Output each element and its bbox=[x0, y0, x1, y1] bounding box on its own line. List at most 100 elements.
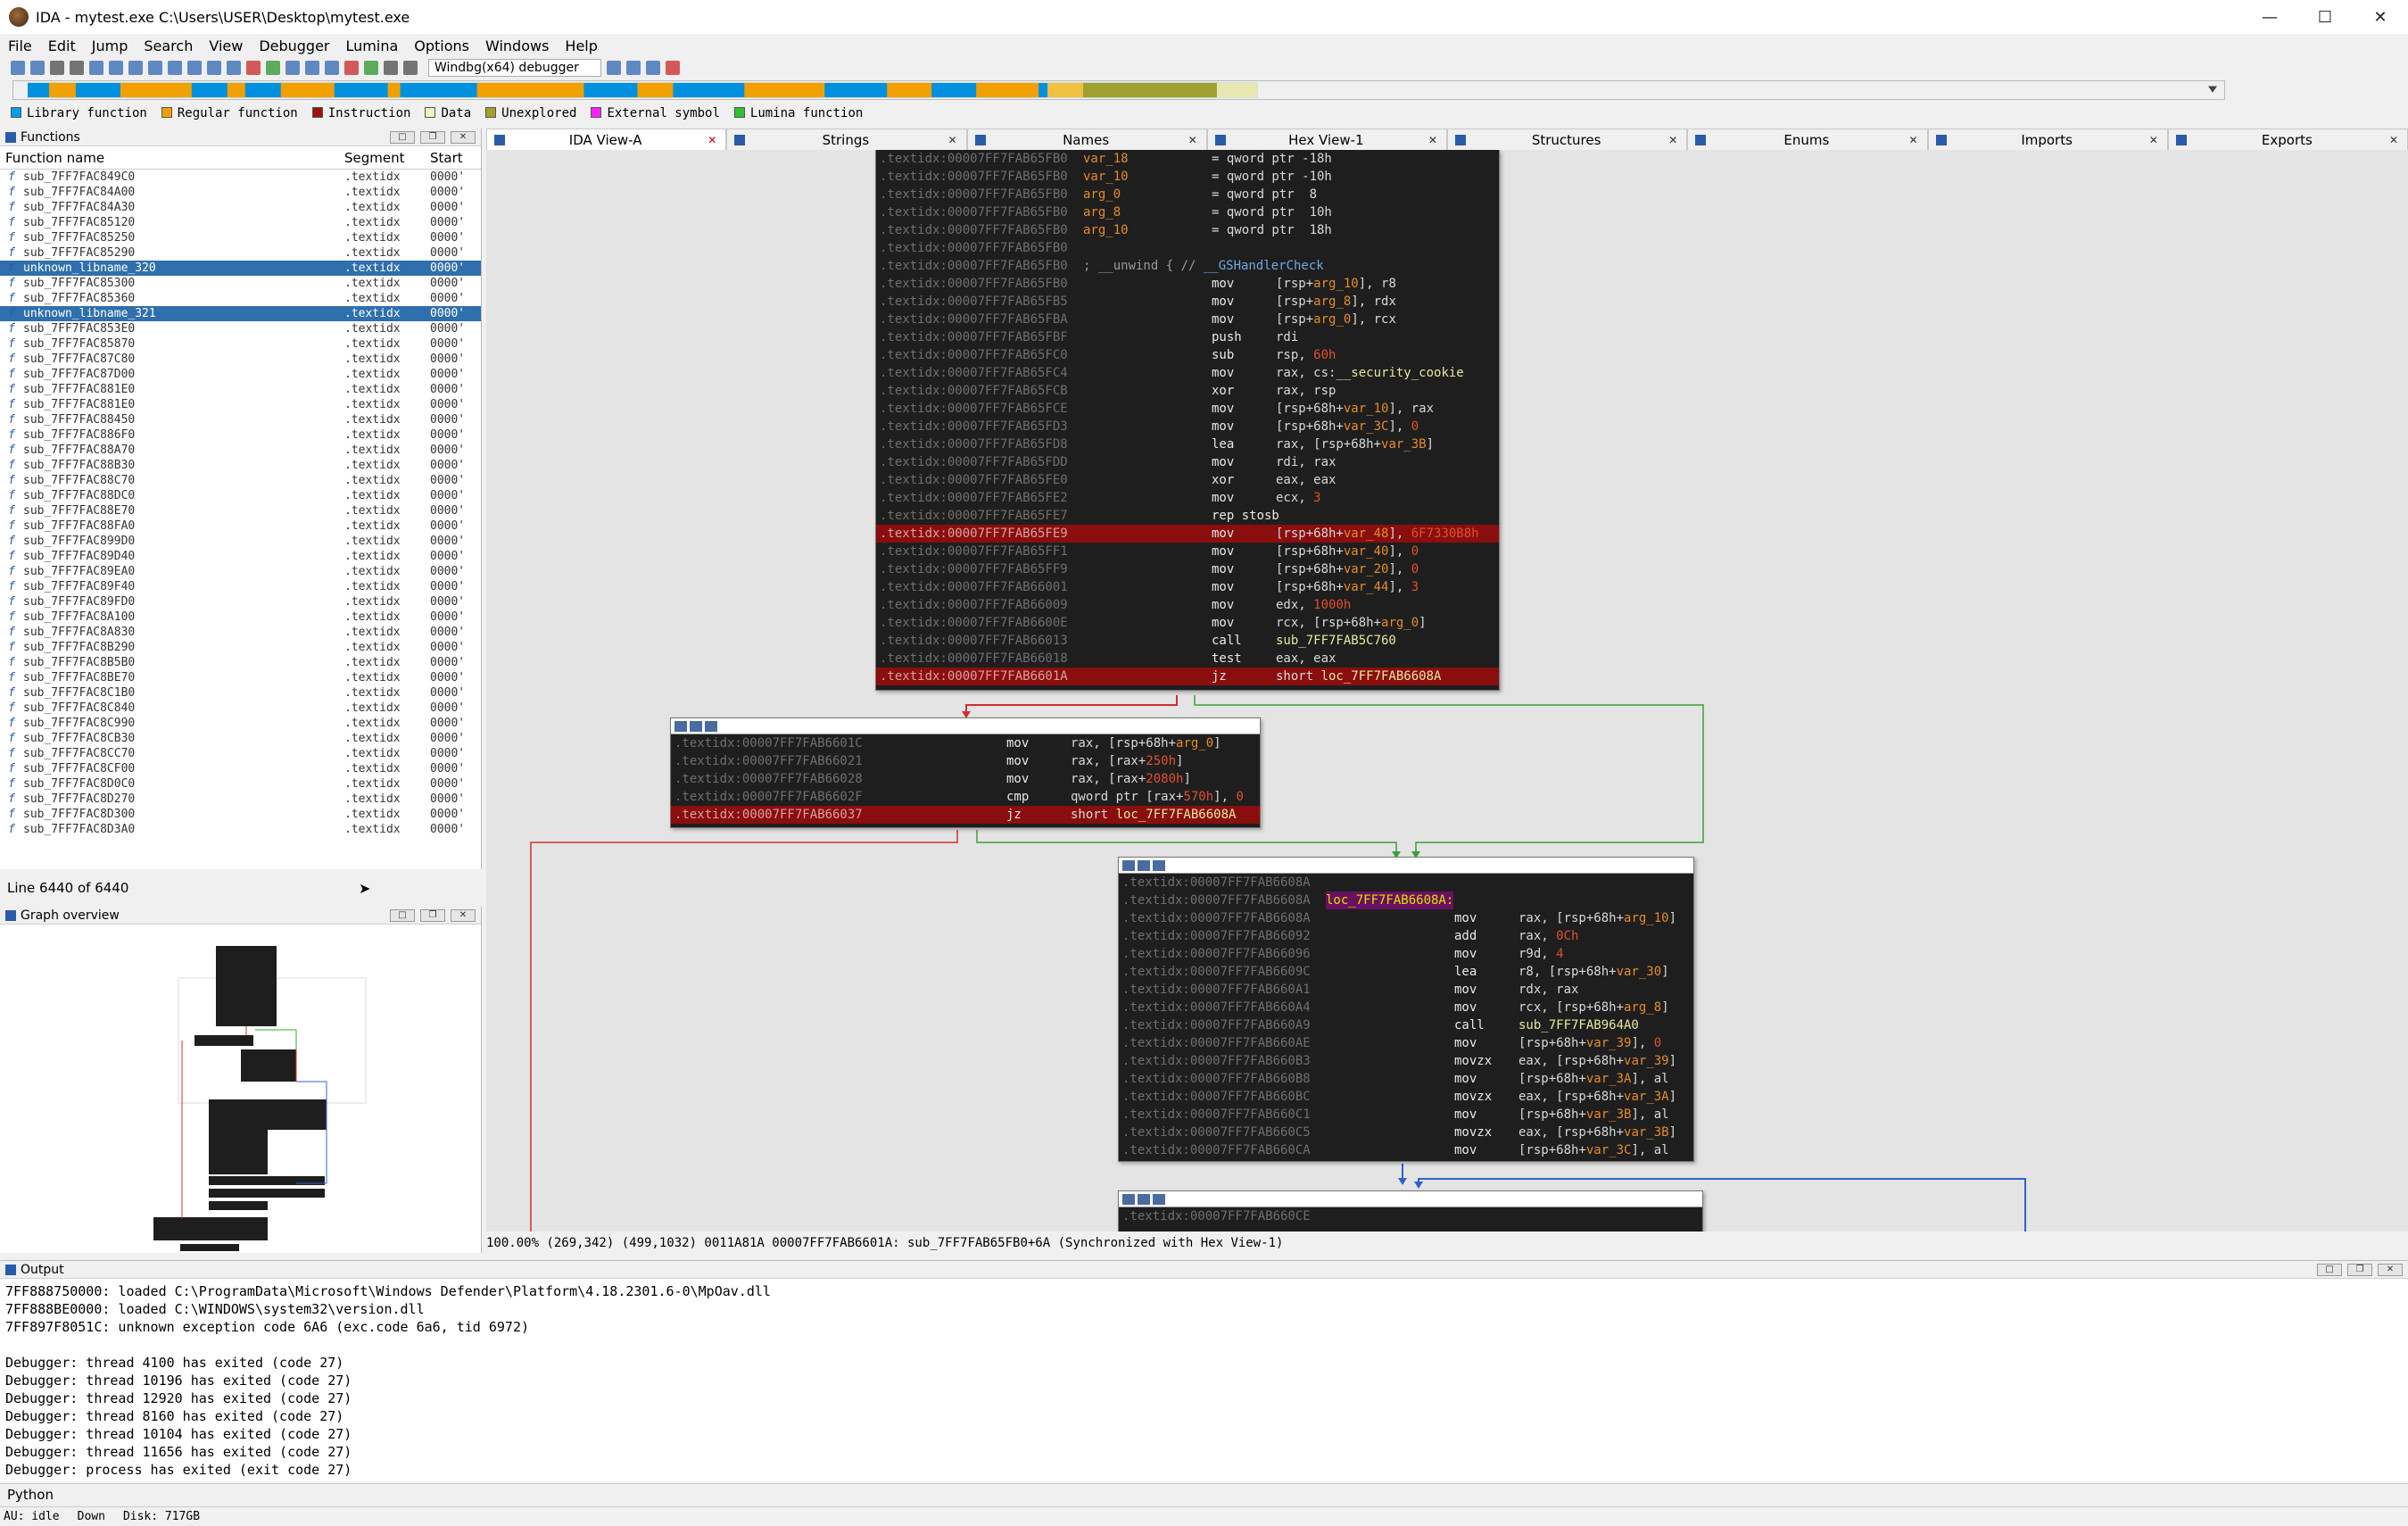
string-icon[interactable] bbox=[148, 61, 162, 75]
lumina-icon[interactable] bbox=[266, 61, 280, 75]
function-row[interactable]: f unknown_libname_320 .textidx 0000' bbox=[0, 261, 481, 276]
asm-line[interactable]: .textidx:00007FF7FAB65FE0 xor eax, eax bbox=[876, 471, 1499, 489]
function-row[interactable]: f sub_7FF7FAC899D0 .textidx 0000' bbox=[0, 534, 481, 549]
asm-line[interactable]: .textidx:00007FF7FAB660C1 mov [rsp+68h+var… bbox=[1119, 1106, 1693, 1124]
asm-line[interactable]: .textidx:00007FF7FAB66001 mov [rsp+68h+var… bbox=[876, 578, 1499, 596]
asm-line[interactable]: .textidx:00007FF7FAB65FF1 mov [rsp+68h+var… bbox=[876, 543, 1499, 560]
flow-icon[interactable] bbox=[325, 61, 339, 75]
code-block-check[interactable]: .textidx:00007FF7FAB6601C mov rax, [rsp+68… bbox=[670, 717, 1261, 828]
restore-icon[interactable]: ❐ bbox=[420, 130, 445, 144]
step-over-icon[interactable] bbox=[625, 61, 641, 75]
code-block-next[interactable]: .textidx:00007FF7FAB660CE bbox=[1118, 1190, 1703, 1232]
jump-icon[interactable] bbox=[89, 61, 103, 75]
tab-close-icon[interactable]: ✕ bbox=[1667, 134, 1679, 146]
pause-icon[interactable] bbox=[384, 61, 398, 75]
asm-line[interactable]: .textidx:00007FF7FAB6601A jz short loc_7FF… bbox=[876, 668, 1499, 685]
function-row[interactable]: f sub_7FF7FAC85870 .textidx 0000' bbox=[0, 336, 481, 352]
function-row[interactable]: f sub_7FF7FAC881E0 .textidx 0000' bbox=[0, 397, 481, 412]
asm-line[interactable]: .textidx:00007FF7FAB6609C lea r8, [rsp+68h… bbox=[1119, 963, 1693, 981]
asm-line[interactable]: .textidx:00007FF7FAB65FF9 mov [rsp+68h+var… bbox=[876, 560, 1499, 578]
run-to-cursor-icon[interactable] bbox=[645, 61, 660, 75]
asm-line[interactable]: .textidx:00007FF7FAB660CE bbox=[1119, 1207, 1702, 1225]
asm-line[interactable]: .textidx:00007FF7FAB65FC0 sub rsp, 60h bbox=[876, 346, 1499, 364]
function-row[interactable]: f sub_7FF7FAC84A00 .textidx 0000' bbox=[0, 185, 481, 200]
block-color-icon[interactable] bbox=[1122, 1193, 1135, 1205]
save-icon[interactable] bbox=[30, 61, 45, 75]
navigation-band[interactable] bbox=[12, 80, 2225, 100]
function-row[interactable]: f sub_7FF7FAC85360 .textidx 0000' bbox=[0, 291, 481, 306]
open-icon[interactable] bbox=[11, 61, 25, 75]
asm-line[interactable]: .textidx:00007FF7FAB6608A bbox=[1119, 874, 1693, 892]
asm-line[interactable]: .textidx:00007FF7FAB65FB0 bbox=[876, 239, 1499, 257]
tab-close-icon[interactable]: ✕ bbox=[1187, 134, 1199, 146]
python-command-line[interactable]: Python bbox=[0, 1483, 2408, 1505]
asm-line[interactable]: .textidx:00007FF7FAB65FB0 arg_8 = qword pt… bbox=[876, 203, 1499, 221]
asm-line[interactable]: .textidx:00007FF7FAB65FBA mov [rsp+arg_0],… bbox=[876, 311, 1499, 328]
asm-line[interactable]: .textidx:00007FF7FAB660CA mov [rsp+68h+var… bbox=[1119, 1141, 1693, 1159]
asm-line[interactable]: .textidx:00007FF7FAB65FCB xor rax, rsp bbox=[876, 382, 1499, 400]
function-row[interactable]: f sub_7FF7FAC8CC70 .textidx 0000' bbox=[0, 746, 481, 761]
array-icon[interactable] bbox=[168, 61, 182, 75]
block-color-icon[interactable] bbox=[674, 720, 687, 732]
panel-close-icon[interactable]: ✕ bbox=[2378, 1263, 2403, 1276]
asm-line[interactable]: .textidx:00007FF7FAB660B8 mov [rsp+68h+var… bbox=[1119, 1070, 1693, 1088]
function-row[interactable]: f sub_7FF7FAC8C990 .textidx 0000' bbox=[0, 716, 481, 731]
tab-hex-view-1[interactable]: Hex View-1 ✕ bbox=[1206, 129, 1447, 150]
asm-line[interactable]: .textidx:00007FF7FAB65FB0 arg_0 = qword pt… bbox=[876, 186, 1499, 203]
function-row[interactable]: f sub_7FF7FAC88FA0 .textidx 0000' bbox=[0, 518, 481, 534]
function-row[interactable]: f sub_7FF7FAC8CF00 .textidx 0000' bbox=[0, 761, 481, 776]
forward-icon[interactable] bbox=[70, 61, 84, 75]
panel-close-icon[interactable]: ✕ bbox=[451, 908, 476, 922]
function-row[interactable]: f sub_7FF7FAC8B5B0 .textidx 0000' bbox=[0, 655, 481, 670]
asm-line[interactable]: .textidx:00007FF7FAB66096 mov r9d, 4 bbox=[1119, 945, 1693, 963]
asm-line[interactable]: .textidx:00007FF7FAB65FBF push rdi bbox=[876, 328, 1499, 346]
function-row[interactable]: f sub_7FF7FAC8D300 .textidx 0000' bbox=[0, 807, 481, 822]
function-row[interactable]: f sub_7FF7FAC886F0 .textidx 0000' bbox=[0, 427, 481, 443]
function-row[interactable]: f sub_7FF7FAC88DC0 .textidx 0000' bbox=[0, 488, 481, 503]
asm-line[interactable]: .textidx:00007FF7FAB6608A mov rax, [rsp+68… bbox=[1119, 909, 1693, 927]
panel-close-icon[interactable]: ✕ bbox=[451, 130, 476, 144]
function-row[interactable]: f sub_7FF7FAC85290 .textidx 0000' bbox=[0, 245, 481, 261]
asm-line[interactable]: .textidx:00007FF7FAB65FD3 mov [rsp+68h+var… bbox=[876, 418, 1499, 435]
run-icon[interactable] bbox=[364, 61, 378, 75]
col-segment[interactable]: Segment bbox=[344, 150, 430, 166]
graph-icon[interactable] bbox=[285, 61, 300, 75]
asm-line[interactable]: .textidx:00007FF7FAB66092 add rax, 0Ch bbox=[1119, 927, 1693, 945]
terminate-icon[interactable] bbox=[403, 61, 418, 75]
asm-line[interactable]: .textidx:00007FF7FAB65FCE mov [rsp+68h+var… bbox=[876, 400, 1499, 418]
restore-icon[interactable]: ❐ bbox=[2347, 1263, 2372, 1276]
tab-close-icon[interactable]: ✕ bbox=[1907, 134, 1920, 146]
asm-line[interactable]: .textidx:00007FF7FAB660AE mov [rsp+68h+var… bbox=[1119, 1034, 1693, 1052]
block-group-icon[interactable] bbox=[1138, 859, 1150, 871]
function-row[interactable]: f sub_7FF7FAC87C80 .textidx 0000' bbox=[0, 352, 481, 367]
function-row[interactable]: f sub_7FF7FAC85120 .textidx 0000' bbox=[0, 215, 481, 230]
function-row[interactable]: f sub_7FF7FAC849C0 .textidx 0000' bbox=[0, 170, 481, 185]
function-row[interactable]: f sub_7FF7FAC8A830 .textidx 0000' bbox=[0, 625, 481, 640]
function-row[interactable]: f sub_7FF7FAC88450 .textidx 0000' bbox=[0, 412, 481, 427]
asm-line[interactable]: .textidx:00007FF7FAB66021 mov rax, [rax+25… bbox=[671, 752, 1260, 770]
function-row[interactable]: f sub_7FF7FAC85300 .textidx 0000' bbox=[0, 276, 481, 291]
tab-close-icon[interactable]: ✕ bbox=[2147, 134, 2160, 146]
asm-line[interactable]: .textidx:00007FF7FAB6602F cmp qword ptr [r… bbox=[671, 788, 1260, 806]
code-block-function-entry[interactable]: .textidx:00007FF7FAB65FB0 var_18 = qword p… bbox=[875, 150, 1500, 691]
menu-debugger[interactable]: Debugger bbox=[251, 37, 337, 54]
asm-line[interactable]: .textidx:00007FF7FAB65FDD mov rdi, rax bbox=[876, 453, 1499, 471]
float-icon[interactable]: □ bbox=[390, 908, 415, 922]
function-row[interactable]: f sub_7FF7FAC89D40 .textidx 0000' bbox=[0, 549, 481, 564]
functions-list[interactable]: f sub_7FF7FAC849C0 .textidx 0000' f sub_7FF7F… bbox=[0, 170, 481, 844]
asm-line[interactable]: .textidx:00007FF7FAB65FB5 mov [rsp+arg_8],… bbox=[876, 293, 1499, 311]
function-row[interactable]: f sub_7FF7FAC89FD0 .textidx 0000' bbox=[0, 594, 481, 610]
asm-line[interactable]: .textidx:00007FF7FAB65FB0 ; __unwind { //… bbox=[876, 257, 1499, 275]
step-into-icon[interactable] bbox=[606, 61, 621, 75]
asm-line[interactable]: .textidx:00007FF7FAB660A1 mov rdx, rax bbox=[1119, 981, 1693, 999]
code-block-loc-7FF7FAB6608A[interactable]: .textidx:00007FF7FAB6608A .textidx:00007F… bbox=[1118, 857, 1694, 1162]
function-row[interactable]: f sub_7FF7FAC8BE70 .textidx 0000' bbox=[0, 670, 481, 685]
restore-icon[interactable]: ❐ bbox=[420, 908, 445, 922]
block-list-icon[interactable] bbox=[1153, 1193, 1165, 1205]
function-row[interactable]: f sub_7FF7FAC881E0 .textidx 0000' bbox=[0, 382, 481, 397]
asm-line[interactable]: .textidx:00007FF7FAB66028 mov rax, [rax+20… bbox=[671, 770, 1260, 788]
stop-icon[interactable] bbox=[344, 61, 359, 75]
float-icon[interactable]: □ bbox=[390, 130, 415, 144]
debugger-select[interactable]: Windbg(x64) debugger bbox=[428, 59, 601, 77]
asm-line[interactable]: .textidx:00007FF7FAB6601C mov rax, [rsp+68… bbox=[671, 734, 1260, 752]
